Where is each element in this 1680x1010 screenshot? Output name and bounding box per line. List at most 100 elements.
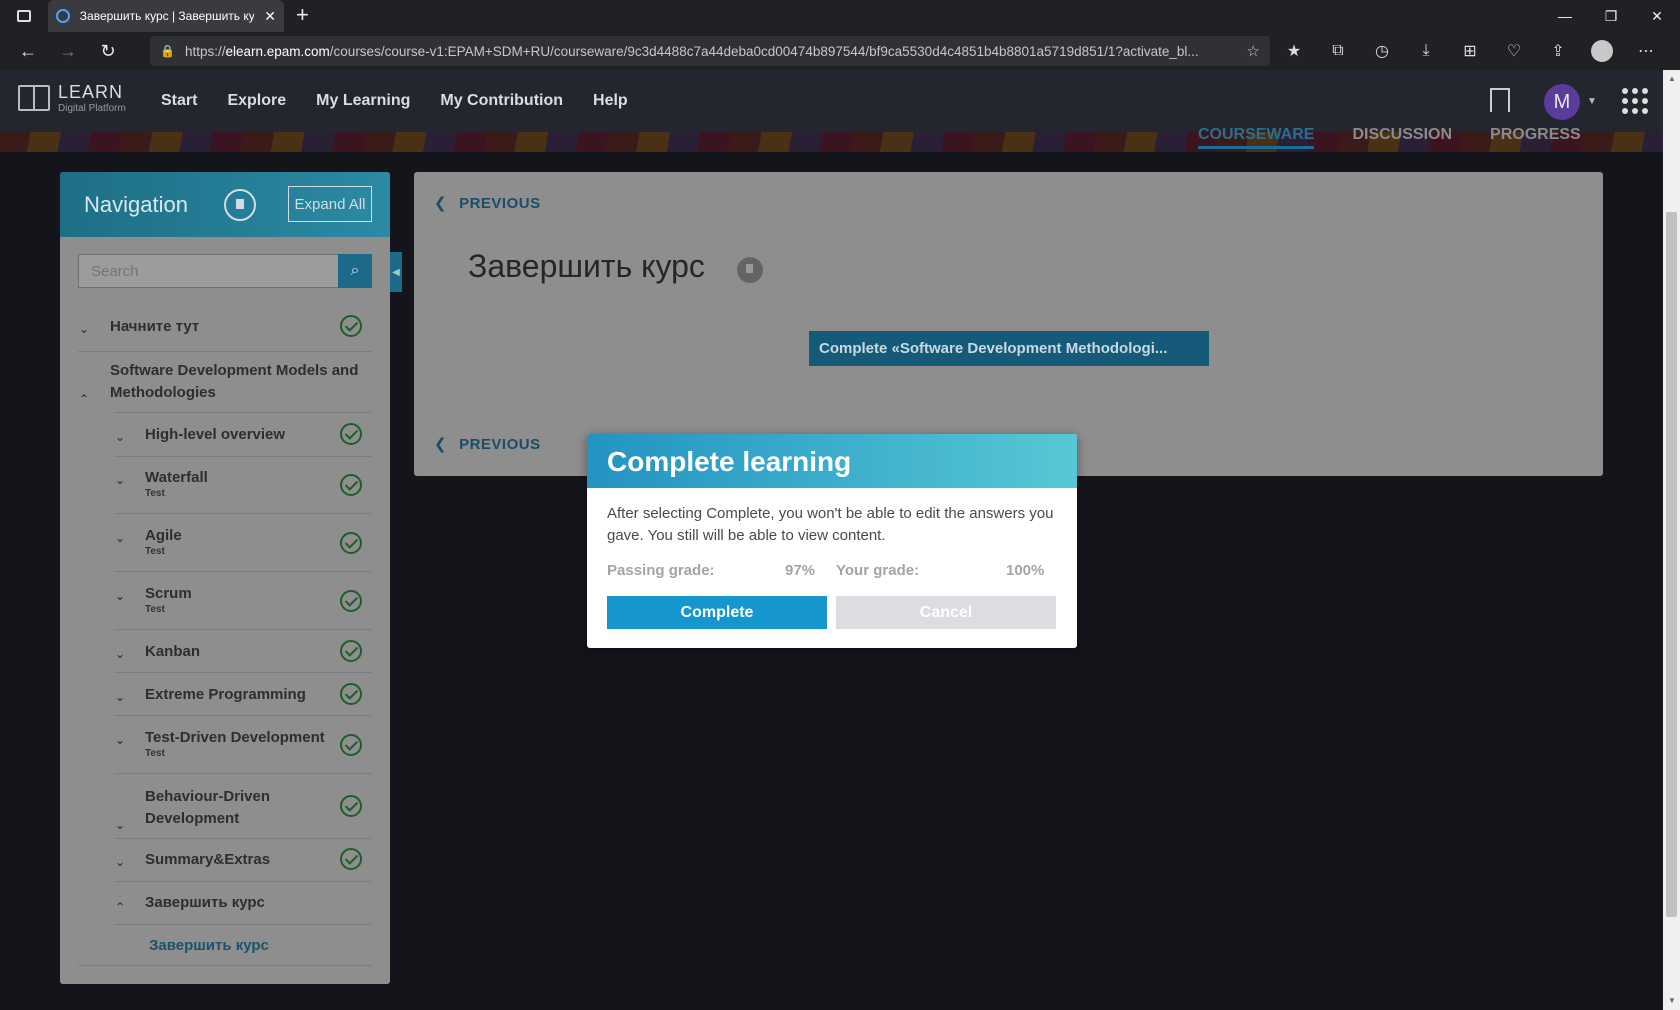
browser-tab[interactable]: Завершить курс | Завершить курс ✕ <box>48 0 284 32</box>
chevron-down-icon: ⌄ <box>115 430 126 444</box>
nav-my-learning[interactable]: My Learning <box>316 92 410 110</box>
scroll-up-icon[interactable]: ▲ <box>1668 74 1676 83</box>
new-tab-icon[interactable]: + <box>296 4 309 26</box>
sidebar-item-label: Test-Driven Development <box>145 729 325 746</box>
chevron-left-icon: ❮ <box>434 195 448 212</box>
reload-icon[interactable]: ↻ <box>88 32 128 70</box>
logo-subtitle: Digital Platform <box>58 103 126 114</box>
tab-progress[interactable]: PROGRESS <box>1490 126 1581 149</box>
divider <box>78 351 372 352</box>
bookmark-icon[interactable] <box>1490 88 1510 112</box>
add-favorite-icon[interactable]: ☆ <box>1247 42 1260 60</box>
scroll-down-icon[interactable]: ▼ <box>1668 996 1676 1005</box>
page-title: Завершить курс <box>468 248 705 284</box>
chevron-down-icon: ⌄ <box>115 818 126 832</box>
scrollbar-thumb[interactable] <box>1666 212 1677 917</box>
logo[interactable]: LEARN Digital Platform <box>18 82 126 114</box>
performance-icon[interactable]: ♡ <box>1492 32 1536 70</box>
passing-grade-label: Passing grade: <box>607 562 715 579</box>
unit-content <box>414 172 1603 476</box>
chevron-down-icon: ⌄ <box>115 473 126 487</box>
bookmarks-icon[interactable] <box>224 189 256 221</box>
window-controls: — ❐ ✕ <box>1542 0 1680 32</box>
sidebar-item-scrum[interactable]: ⌄ Scrum Test <box>115 585 192 615</box>
chevron-down-icon[interactable]: ▼ <box>1587 96 1597 107</box>
chevron-down-icon: ⌄ <box>115 589 126 603</box>
sidebar-item-waterfall[interactable]: ⌄ Waterfall Test <box>115 469 208 499</box>
previous-link-top[interactable]: ❮ PREVIOUS <box>434 194 541 212</box>
bookmark-unit-icon[interactable] <box>737 257 763 283</box>
search-icon[interactable]: ⌕ <box>338 254 372 288</box>
url-text[interactable]: https://elearn.epam.com/courses/course-v… <box>185 44 1247 59</box>
downloads-icon[interactable]: ⤓ <box>1404 32 1448 70</box>
sidebar-current-unit[interactable]: Завершить курс <box>149 937 269 954</box>
previous-link-bottom[interactable]: ❮ PREVIOUS <box>434 435 541 453</box>
address-bar[interactable]: 🔒 https://elearn.epam.com/courses/course… <box>150 36 1270 66</box>
sidebar-item-type: Test <box>145 488 165 499</box>
sidebar-item-type: Test <box>145 546 165 557</box>
dialog-title: Complete learning <box>587 434 1077 488</box>
sidebar-item-summary-extras[interactable]: ⌄ Summary&Extras <box>115 851 271 869</box>
profile-icon[interactable] <box>1580 32 1624 70</box>
tab-discussion[interactable]: DISCUSSION <box>1352 126 1452 149</box>
expand-all-button[interactable]: Expand All <box>288 186 372 222</box>
chevron-down-icon: ⌄ <box>115 531 126 545</box>
sidebar-item-bdd[interactable]: ⌄ Behaviour-Driven Development <box>115 786 325 832</box>
complete-button[interactable]: Complete <box>607 596 827 629</box>
divider <box>114 773 372 774</box>
completed-check-icon <box>340 640 362 662</box>
close-tab-icon[interactable]: ✕ <box>264 8 276 25</box>
sidebar-item-extreme-programming[interactable]: ⌄ Extreme Programming <box>115 686 306 704</box>
your-grade-label: Your grade: <box>836 562 920 579</box>
more-menu-icon[interactable]: ⋯ <box>1624 32 1668 70</box>
nav-help[interactable]: Help <box>593 92 628 110</box>
extensions-icon[interactable]: ⊞ <box>1448 32 1492 70</box>
complete-course-button[interactable]: Complete «Software Development Methodolo… <box>809 331 1209 366</box>
cancel-button[interactable]: Cancel <box>836 596 1056 629</box>
chevron-down-icon: ⌄ <box>115 855 126 869</box>
url-host: elearn.epam.com <box>225 43 330 59</box>
browser-tabbar: Завершить курс | Завершить курс ✕ + — ❐ … <box>0 0 1680 32</box>
forward-icon[interactable]: → <box>48 32 88 70</box>
share-icon[interactable]: ⇪ <box>1536 32 1580 70</box>
restore-icon[interactable]: ❐ <box>1588 0 1634 32</box>
completed-check-icon <box>340 315 362 337</box>
sidebar-item-agile[interactable]: ⌄ Agile Test <box>115 527 182 557</box>
back-icon[interactable]: ← <box>8 32 48 70</box>
browser-navbar: ← → ↻ 🔒 https://elearn.epam.com/courses/… <box>0 32 1680 70</box>
collapse-sidebar-icon[interactable]: ◀ <box>390 252 402 292</box>
tab-actions-icon[interactable] <box>0 0 48 32</box>
dialog-message: After selecting Complete, you won't be a… <box>607 505 1054 544</box>
nav-start[interactable]: Start <box>161 92 197 110</box>
logo-title: LEARN <box>58 82 124 102</box>
sidebar-item-start-here[interactable]: ⌄ Начните тут <box>79 318 199 336</box>
sidebar-item-tdd[interactable]: ⌄ Test-Driven Development Test <box>115 729 325 759</box>
divider <box>114 412 372 413</box>
sidebar-item-label: Summary&Extras <box>145 851 271 868</box>
tab-courseware[interactable]: COURSEWARE <box>1198 126 1315 149</box>
collections-icon[interactable]: ⧉ <box>1316 32 1360 70</box>
close-window-icon[interactable]: ✕ <box>1634 0 1680 32</box>
sidebar-item-kanban[interactable]: ⌄ Kanban <box>115 643 200 661</box>
nav-explore[interactable]: Explore <box>227 92 286 110</box>
history-icon[interactable]: ◷ <box>1360 32 1404 70</box>
search-input[interactable] <box>78 254 354 288</box>
favorites-icon[interactable]: ★ <box>1272 32 1316 70</box>
book-icon <box>18 85 50 111</box>
completed-check-icon <box>340 532 362 554</box>
minimize-icon[interactable]: — <box>1542 0 1588 32</box>
complete-learning-dialog: Complete learning After selecting Comple… <box>587 434 1077 648</box>
tab-title: Завершить курс | Завершить курс <box>79 9 255 23</box>
passing-grade-value: 97% <box>785 562 816 579</box>
nav-my-contribution[interactable]: My Contribution <box>440 92 563 110</box>
sidebar-item-sdm-section[interactable]: ⌃ Software Development Models and Method… <box>79 360 370 406</box>
sidebar-item-high-level-overview[interactable]: ⌄ High-level overview <box>115 426 285 444</box>
completed-check-icon <box>340 474 362 496</box>
page-scrollbar[interactable]: ▲ ▼ <box>1663 70 1680 1010</box>
chevron-down-icon: ⌄ <box>115 733 126 747</box>
apps-grid-icon[interactable] <box>1622 88 1648 114</box>
sidebar-item-finish-course[interactable]: ⌃ Завершить курс <box>115 894 265 914</box>
divider <box>114 838 372 839</box>
avatar[interactable]: M <box>1544 84 1580 120</box>
navigation-title: Navigation <box>84 192 188 217</box>
